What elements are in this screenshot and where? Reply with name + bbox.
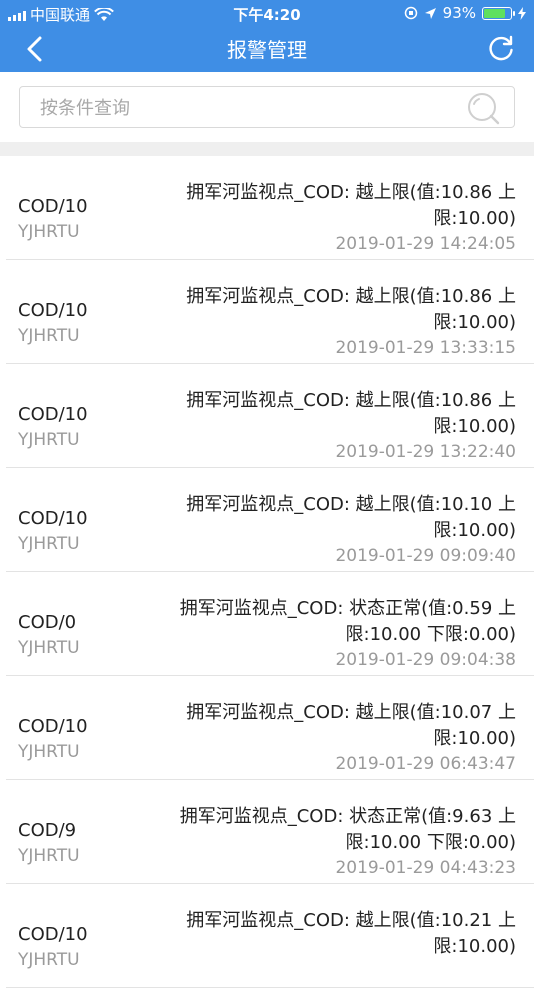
alarm-code: COD/10 <box>18 508 88 529</box>
alarm-device: YJHRTU <box>18 534 80 554</box>
alarm-device: YJHRTU <box>18 326 80 346</box>
alarm-time: 2019-01-29 13:33:15 <box>335 338 516 358</box>
list-item[interactable]: COD/10 YJHRTU 拥军河监视点_COD: 越上限(值:10.07 上限:1… <box>6 676 534 780</box>
alarm-code: COD/10 <box>18 300 88 321</box>
alarm-message: 拥军河监视点_COD: 越上限(值:10.07 上限:10.00) <box>186 702 516 749</box>
search-box[interactable] <box>19 86 515 129</box>
alarm-time: 2019-01-29 14:24:05 <box>335 234 516 254</box>
alarm-device: YJHRTU <box>18 950 80 970</box>
section-divider <box>0 142 534 156</box>
alarm-code: COD/0 <box>18 612 77 633</box>
alarm-code: COD/10 <box>18 716 88 737</box>
alarm-device: YJHRTU <box>18 430 80 450</box>
alarm-code: COD/10 <box>18 196 88 217</box>
nav-bar: 报警管理 <box>0 26 534 72</box>
list-item[interactable]: COD/10 YJHRTU 拥军河监视点_COD: 越上限(值:10.86 上限:1… <box>6 364 534 468</box>
refresh-button[interactable] <box>486 34 516 64</box>
alarm-message: 拥军河监视点_COD: 越上限(值:10.21 上限:10.00) <box>186 910 516 957</box>
search-icon[interactable] <box>466 91 500 125</box>
charging-icon <box>518 6 526 20</box>
status-bar: 中国联通 下午4:20 93% <box>0 0 534 26</box>
alarm-code: COD/9 <box>18 820 77 841</box>
list-item[interactable]: COD/10 YJHRTU 拥军河监视点_COD: 越上限(值:10.86 上限:1… <box>6 260 534 364</box>
list-item[interactable]: COD/0 YJHRTU 拥军河监视点_COD: 状态正常(值:0.59 上限:10… <box>6 572 534 676</box>
status-right: 93% <box>404 4 526 22</box>
alarm-message: 拥军河监视点_COD: 状态正常(值:9.63 上限:10.00 下限:0.00… <box>179 806 516 853</box>
alarm-list: COD/10 YJHRTU 拥军河监视点_COD: 越上限(值:10.86 上限:1… <box>0 156 534 988</box>
alarm-message: 拥军河监视点_COD: 越上限(值:10.10 上限:10.00) <box>186 494 516 541</box>
alarm-message: 拥军河监视点_COD: 越上限(值:10.86 上限:10.00) <box>186 286 516 333</box>
battery-percent: 93% <box>442 4 476 22</box>
list-item[interactable]: COD/10 YJHRTU 拥军河监视点_COD: 越上限(值:10.10 上限:1… <box>6 468 534 572</box>
alarm-message: 拥军河监视点_COD: 越上限(值:10.86 上限:10.00) <box>186 182 516 229</box>
search-input[interactable] <box>38 87 462 129</box>
battery-level <box>484 8 505 18</box>
list-item[interactable]: COD/10 YJHRTU 拥军河监视点_COD: 越上限(值:10.21 上限:1… <box>6 884 534 988</box>
alarm-device: YJHRTU <box>18 742 80 762</box>
alarm-device: YJHRTU <box>18 222 80 242</box>
orientation-lock-icon <box>404 6 417 20</box>
alarm-time: 2019-01-29 06:43:47 <box>335 754 516 774</box>
alarm-message: 拥军河监视点_COD: 越上限(值:10.86 上限:10.00) <box>186 390 516 437</box>
refresh-icon <box>489 35 513 61</box>
alarm-code: COD/10 <box>18 404 88 425</box>
alarm-message: 拥军河监视点_COD: 状态正常(值:0.59 上限:10.00 下限:0.00… <box>179 598 516 645</box>
alarm-device: YJHRTU <box>18 846 80 866</box>
alarm-time: 2019-01-29 09:04:38 <box>335 650 516 670</box>
page-title: 报警管理 <box>227 38 307 62</box>
alarm-time: 2019-01-29 09:09:40 <box>335 546 516 566</box>
battery-icon <box>482 6 515 20</box>
list-item[interactable]: COD/9 YJHRTU 拥军河监视点_COD: 状态正常(值:9.63 上限:10… <box>6 780 534 884</box>
search-section <box>0 72 534 142</box>
alarm-code: COD/10 <box>18 924 88 945</box>
list-item[interactable]: COD/10 YJHRTU 拥军河监视点_COD: 越上限(值:10.86 上限:1… <box>6 156 534 260</box>
location-icon <box>424 7 436 19</box>
alarm-time: 2019-01-29 04:43:23 <box>335 858 516 878</box>
alarm-device: YJHRTU <box>18 638 80 658</box>
header-bar: 中国联通 下午4:20 93% 报警管理 <box>0 0 534 72</box>
alarm-time: 2019-01-29 13:22:40 <box>335 442 516 462</box>
